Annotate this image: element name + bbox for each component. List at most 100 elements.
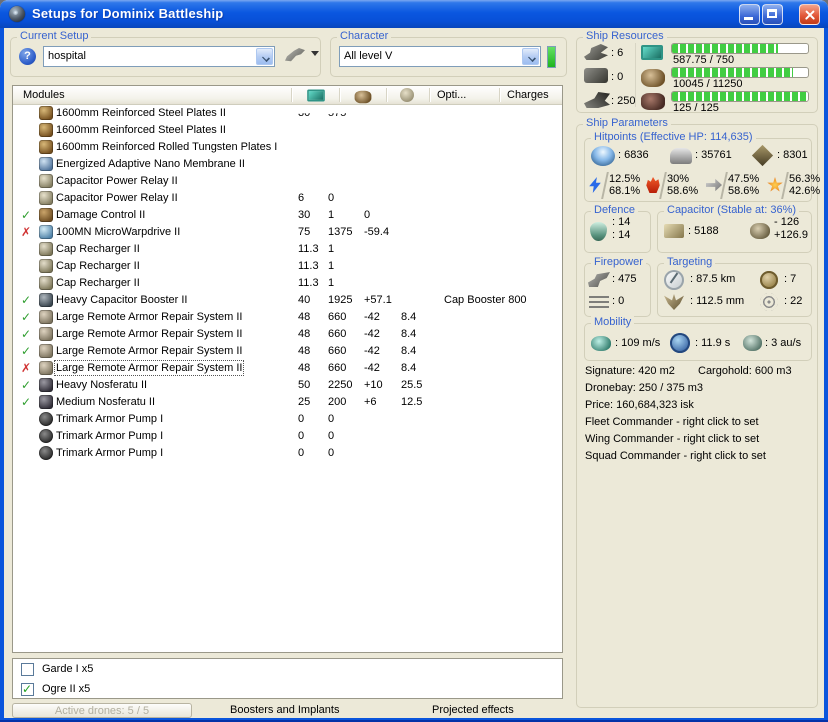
tab-projected-effects[interactable]: Projected effects bbox=[432, 704, 514, 716]
drone-row[interactable]: Garde I x5 bbox=[13, 662, 562, 679]
capacitor-amount: : 5188 bbox=[688, 225, 719, 237]
charges-column-header: Charges bbox=[507, 89, 549, 101]
turret-hardpoints-icon bbox=[584, 44, 608, 60]
module-name: Medium Nosferatu II bbox=[56, 396, 156, 408]
close-button[interactable] bbox=[799, 4, 820, 25]
module-name: 1600mm Reinforced Steel Plates II bbox=[56, 107, 226, 119]
defence-value-2: : 14 bbox=[612, 229, 631, 241]
chevron-down-icon[interactable] bbox=[522, 48, 539, 65]
chevron-down-icon[interactable] bbox=[256, 48, 273, 65]
module-stat-value: 1 bbox=[328, 209, 335, 221]
module-row[interactable]: ✓ Medium Nosferatu II 25 200 +6 12.5 bbox=[13, 394, 562, 411]
microwarpdrive-icon bbox=[39, 225, 53, 239]
module-row[interactable]: ✓ Large Remote Armor Repair System II 48 66… bbox=[13, 326, 562, 343]
ship-parameters-label: Ship Parameters bbox=[583, 117, 671, 129]
app-icon bbox=[9, 6, 25, 22]
tab-boosters-implants[interactable]: Boosters and Implants bbox=[230, 704, 339, 716]
module-row[interactable]: 1600mm Reinforced Rolled Tungsten Plates… bbox=[13, 139, 562, 156]
character-group: Character All level V bbox=[330, 30, 567, 77]
module-online-check-icon: ✓ bbox=[21, 378, 32, 392]
remote-repair-icon bbox=[39, 344, 53, 358]
module-stat-value: -42 bbox=[364, 328, 380, 340]
module-row[interactable]: ✗ 100MN MicroWarpdrive II 75 1375 -59.4 bbox=[13, 224, 562, 241]
title-bar[interactable]: Setups for Dominix Battleship bbox=[0, 0, 828, 28]
sensor-strength-value: : 112.5 mm bbox=[690, 295, 745, 307]
module-charge: Cap Booster 800 bbox=[444, 294, 527, 306]
fleet-commander-text[interactable]: Fleet Commander - right click to set bbox=[585, 416, 759, 428]
module-name: Large Remote Armor Repair System II bbox=[56, 345, 243, 357]
signature-text: Signature: 420 m2 bbox=[585, 365, 675, 377]
align-time-value: : 11.9 s bbox=[695, 337, 731, 349]
remote-repair-icon bbox=[39, 361, 53, 375]
nosferatu-icon bbox=[39, 378, 53, 392]
module-row[interactable]: Trimark Armor Pump I 0 0 bbox=[13, 428, 562, 445]
module-stat-value: 0 bbox=[328, 413, 335, 425]
module-stat-value: 48 bbox=[298, 362, 311, 374]
setup-tools-button[interactable] bbox=[285, 46, 319, 66]
module-stat-value: 575 bbox=[328, 107, 347, 119]
drone-checkbox-checked[interactable] bbox=[21, 682, 34, 696]
explosive-shield-resist: 56.3% bbox=[789, 173, 821, 185]
module-stat-value: 1375 bbox=[328, 226, 353, 238]
drones-list[interactable]: Garde I x5 Ogre II x5 bbox=[12, 658, 563, 699]
module-offline-cross-icon: ✗ bbox=[21, 361, 32, 375]
drone-checkbox[interactable] bbox=[21, 663, 34, 676]
module-row[interactable]: ✓ Large Remote Armor Repair System II 48 66… bbox=[13, 343, 562, 360]
module-stat-value: 8.4 bbox=[401, 345, 417, 357]
price-text: Price: 160,684,323 isk bbox=[585, 399, 694, 411]
module-row[interactable]: ✓ Heavy Capacitor Booster II 40 1925 +57.1 Ca… bbox=[13, 292, 562, 309]
module-name: Heavy Nosferatu II bbox=[56, 379, 148, 391]
defence-group: Defence : 14 : 14 bbox=[584, 204, 651, 253]
modules-list[interactable]: Modules Opti... Charges 1600mm Reinforce… bbox=[12, 85, 563, 653]
module-stat-value: 30 bbox=[298, 107, 311, 119]
module-name: Trimark Armor Pump I bbox=[56, 447, 164, 459]
module-row[interactable]: Trimark Armor Pump I 0 0 bbox=[13, 445, 562, 462]
targeting-label: Targeting bbox=[664, 256, 716, 268]
shield-hp-value: : 6836 bbox=[618, 149, 649, 161]
module-stat-value: +6 bbox=[364, 396, 377, 408]
module-stat-value: 6 bbox=[298, 192, 305, 204]
module-row[interactable]: 1600mm Reinforced Steel Plates II bbox=[13, 122, 562, 139]
module-row[interactable]: ✗ Large Remote Armor Repair System II 48 66… bbox=[13, 360, 562, 377]
module-stat-value: 1925 bbox=[328, 294, 353, 306]
capacitor-delta-icon bbox=[750, 223, 770, 239]
tab-active-drones[interactable]: Active drones: 5 / 5 bbox=[12, 703, 192, 718]
module-name: 1600mm Reinforced Rolled Tungsten Plates… bbox=[56, 141, 278, 153]
cargohold-text: Cargohold: 600 m3 bbox=[698, 365, 792, 377]
module-stat-value: 660 bbox=[328, 328, 347, 340]
module-row[interactable]: Energized Adaptive Nano Membrane II bbox=[13, 156, 562, 173]
module-online-check-icon: ✓ bbox=[21, 395, 32, 409]
setup-combobox[interactable]: hospital bbox=[43, 46, 275, 67]
module-row[interactable]: ✓ Damage Control II 30 1 0 bbox=[13, 207, 562, 224]
help-icon[interactable]: ? bbox=[19, 48, 36, 65]
dronebay-text: Dronebay: 250 / 375 m3 bbox=[585, 382, 704, 394]
firepower-turret-value: : 475 bbox=[612, 273, 637, 285]
module-stat-value: 1 bbox=[328, 243, 335, 255]
module-row[interactable]: Trimark Armor Pump I 0 0 bbox=[13, 411, 562, 428]
module-name: Capacitor Power Relay II bbox=[56, 192, 178, 204]
module-row[interactable]: Cap Recharger II 11.3 1 bbox=[13, 258, 562, 275]
module-name: Capacitor Power Relay II bbox=[56, 175, 178, 187]
drone-row[interactable]: Ogre II x5 bbox=[13, 682, 562, 699]
cpu-icon bbox=[641, 45, 663, 60]
module-row[interactable]: ✓ Large Remote Armor Repair System II 48 66… bbox=[13, 309, 562, 326]
setup-combobox-value: hospital bbox=[48, 50, 86, 62]
module-row[interactable]: Cap Recharger II 11.3 1 bbox=[13, 241, 562, 258]
module-row[interactable]: Capacitor Power Relay II bbox=[13, 173, 562, 190]
module-row[interactable]: Capacitor Power Relay II 6 0 bbox=[13, 190, 562, 207]
maximize-button[interactable] bbox=[762, 4, 783, 25]
module-row[interactable]: ✓ Heavy Nosferatu II 50 2250 +10 25.5 bbox=[13, 377, 562, 394]
powergrid-usage-text: 10045 / 11250 bbox=[673, 78, 743, 90]
defence-value-1: : 14 bbox=[612, 216, 631, 228]
wing-commander-text[interactable]: Wing Commander - right click to set bbox=[585, 433, 759, 445]
drone-label: Ogre II x5 bbox=[42, 683, 91, 695]
nosferatu-icon bbox=[39, 395, 53, 409]
squad-commander-text[interactable]: Squad Commander - right click to set bbox=[585, 450, 766, 462]
module-stat-value: 2250 bbox=[328, 379, 353, 391]
minimize-button[interactable] bbox=[739, 4, 760, 25]
armor-hp-icon bbox=[670, 148, 692, 164]
module-row[interactable]: Cap Recharger II 11.3 1 bbox=[13, 275, 562, 292]
character-combobox[interactable]: All level V bbox=[339, 46, 541, 67]
speed-icon bbox=[591, 336, 611, 351]
module-row[interactable]: 1600mm Reinforced Steel Plates II 30 575 bbox=[13, 105, 562, 122]
